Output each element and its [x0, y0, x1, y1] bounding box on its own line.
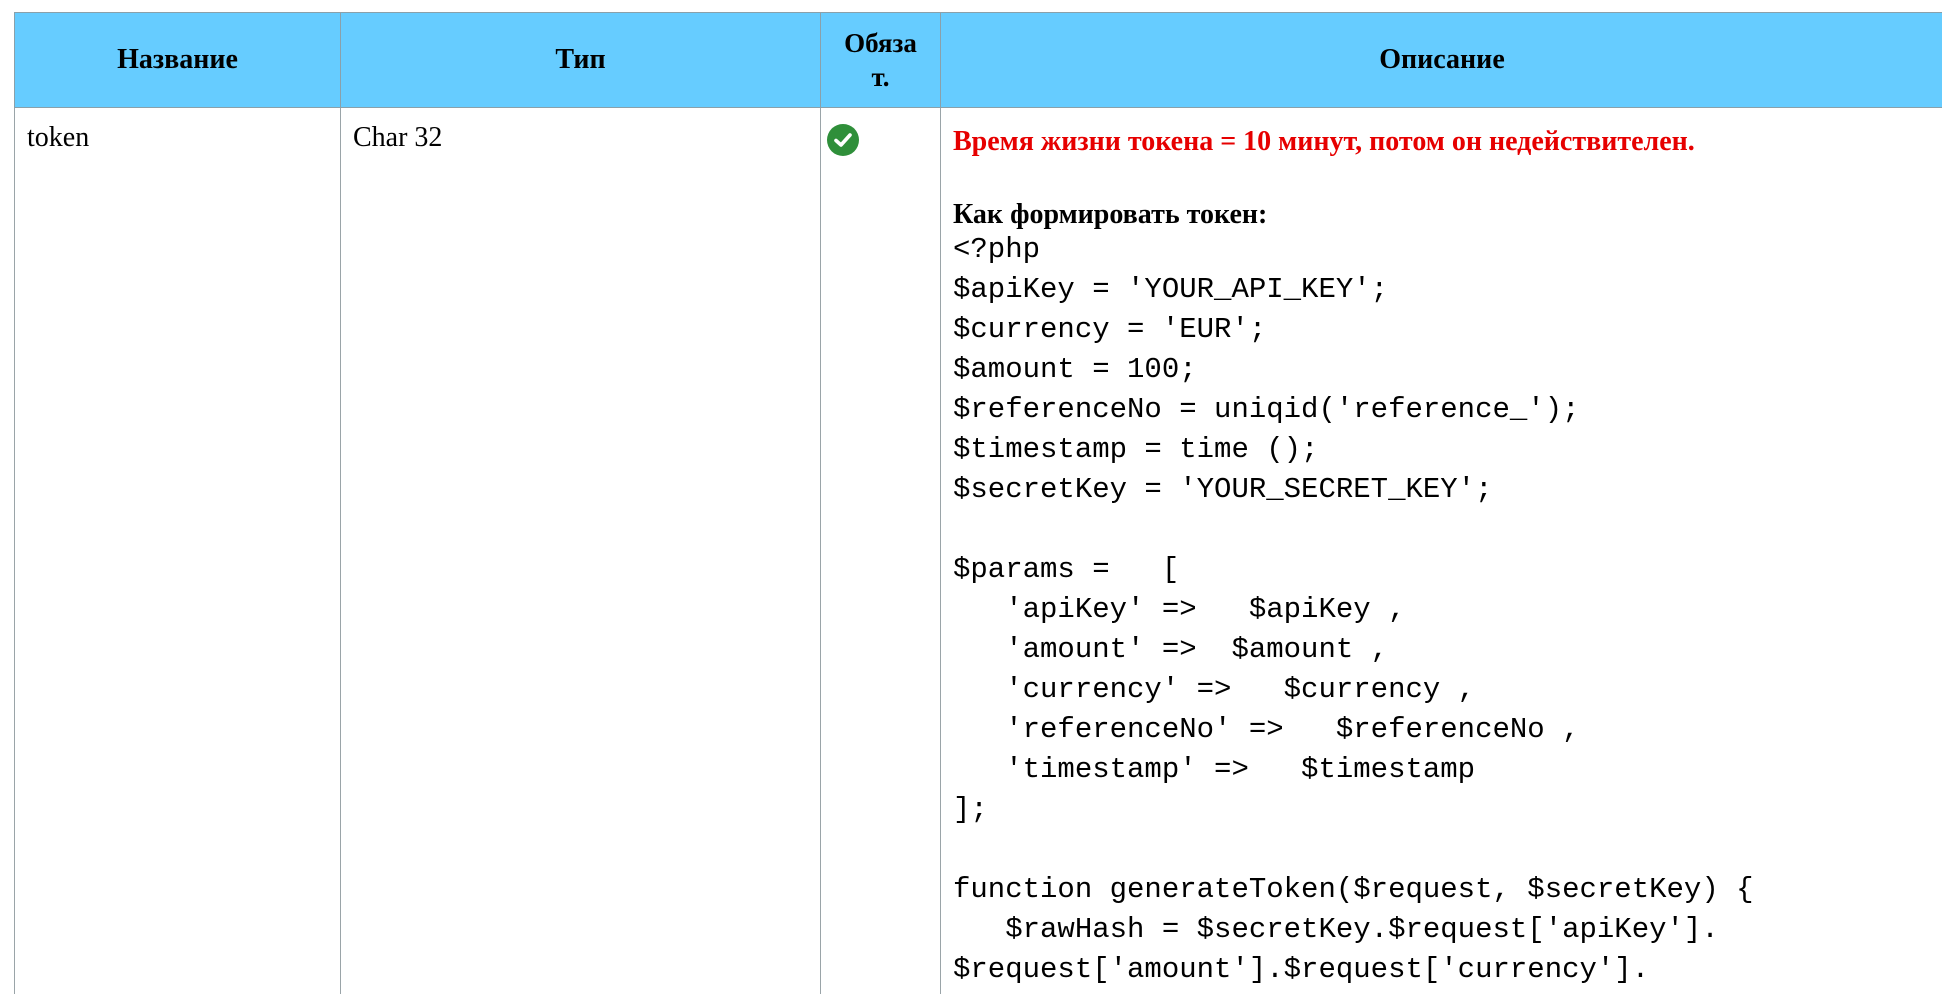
header-description: Описание [941, 13, 1942, 108]
parameters-table-wrapper: Название Тип Обяза т. Описание token Cha… [14, 12, 1942, 994]
howto-title: Как формировать токен: [953, 200, 1931, 230]
cell-type: Char 32 [341, 108, 821, 994]
header-required: Обяза т. [821, 13, 941, 108]
cell-required [821, 108, 941, 994]
token-lifetime-warning: Время жизни токена = 10 минут, потом он … [953, 126, 1931, 158]
parameters-table: Название Тип Обяза т. Описание token Cha… [14, 12, 1942, 994]
cell-description: Время жизни токена = 10 минут, потом он … [941, 108, 1942, 994]
header-type: Тип [341, 13, 821, 108]
header-required-label: Обяза т. [844, 28, 917, 92]
cell-name: token [15, 108, 341, 994]
table-row: token Char 32 Время жизни токена = 10 ми… [15, 108, 1942, 994]
check-circle-icon [827, 124, 859, 156]
table-header-row: Название Тип Обяза т. Описание [15, 13, 1942, 108]
header-name: Название [15, 13, 341, 108]
php-code-sample: <?php $apiKey = 'YOUR_API_KEY'; $currenc… [953, 230, 1931, 990]
